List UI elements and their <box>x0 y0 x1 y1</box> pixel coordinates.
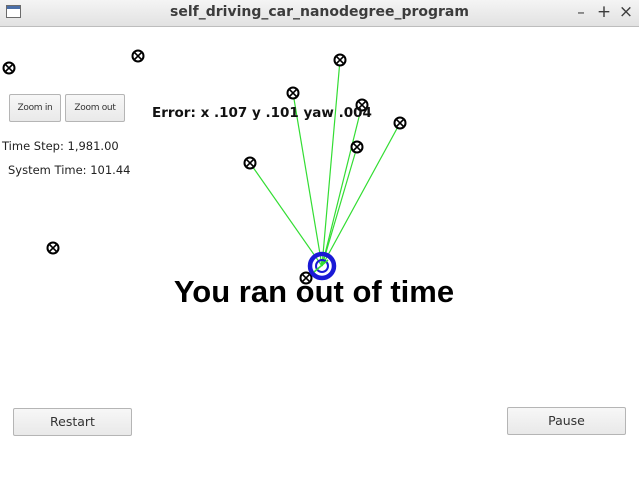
error-readout: Error: x .107 y .101 yaw .004 <box>152 105 372 121</box>
zoom-in-button[interactable]: Zoom in <box>9 94 61 122</box>
zoom-out-button[interactable]: Zoom out <box>65 94 125 122</box>
landmark-marker-icon <box>286 86 300 100</box>
landmark-marker-icon <box>333 53 347 67</box>
observation-lines <box>249 59 401 267</box>
time-step-readout: Time Step: 1,981.00 <box>2 139 119 153</box>
status-message: You ran out of time <box>174 274 454 309</box>
landmark-marker-icon <box>2 61 16 75</box>
observation-line <box>321 104 363 267</box>
landmark-marker-icon <box>46 241 60 255</box>
observation-line <box>249 162 323 267</box>
landmark-marker-icon <box>243 156 257 170</box>
pause-button[interactable]: Pause <box>507 407 626 435</box>
landmark-marker-icon <box>350 140 364 154</box>
landmark-marker-icon <box>131 49 145 63</box>
system-time-readout: System Time: 101.44 <box>8 163 131 177</box>
landmark-marker-icon <box>393 116 407 130</box>
restart-button[interactable]: Restart <box>13 408 132 436</box>
